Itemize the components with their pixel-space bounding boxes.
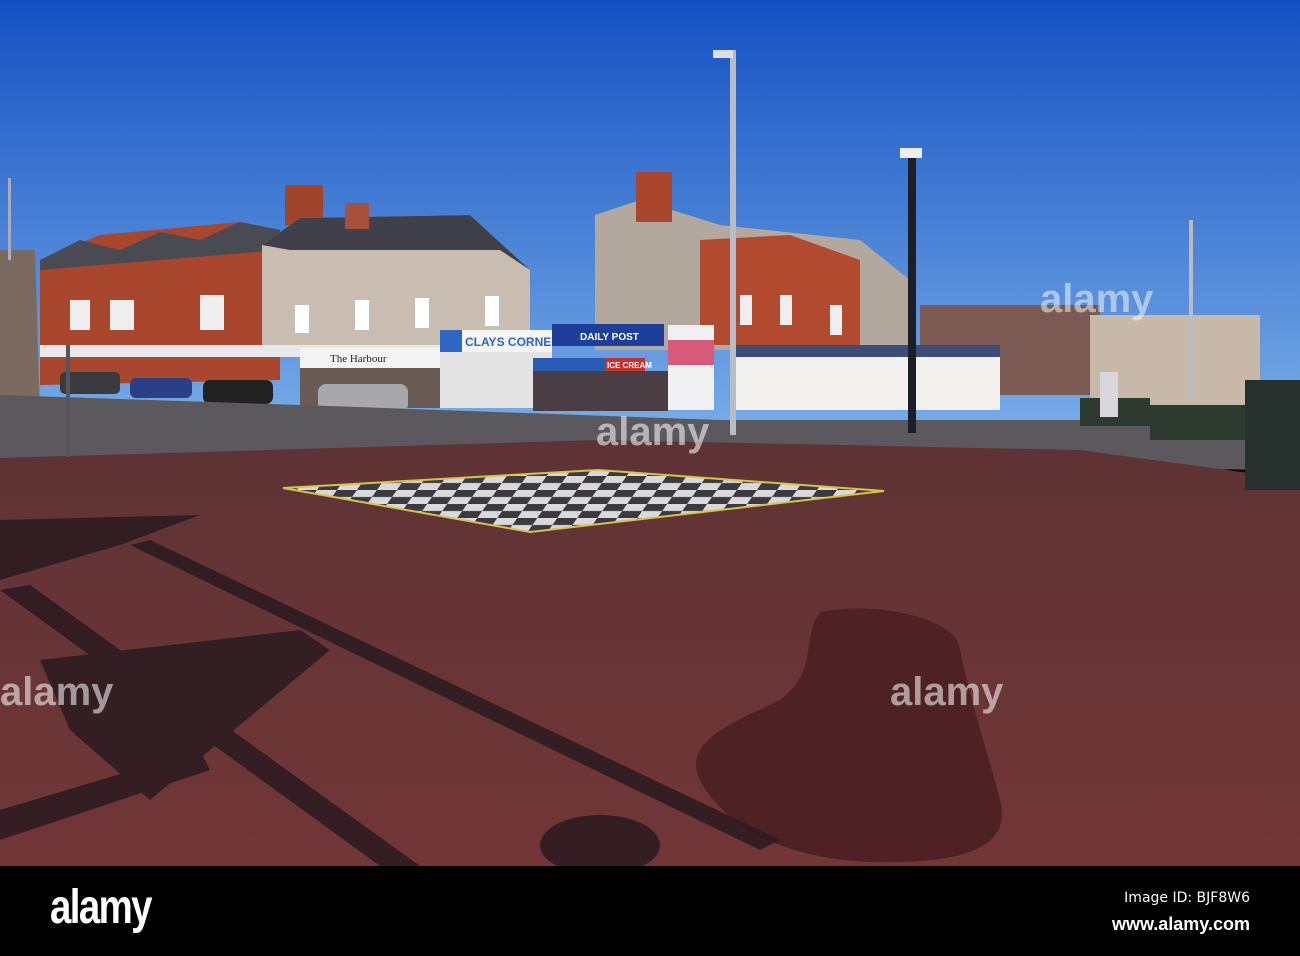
image-id: Image ID: BJF8W6 <box>1124 890 1250 906</box>
photo-canvas: The Harbour CLAYS CORNER DAILY POST ICE … <box>0 0 1300 866</box>
watermark-right: alamy <box>890 670 1004 714</box>
watermark-top-right: alamy <box>1040 277 1154 321</box>
sign-the-harbour: The Harbour <box>330 353 387 365</box>
alamy-logo: alamy <box>50 881 152 934</box>
sign-clays-corner: CLAYS CORNER <box>465 335 560 349</box>
street-photo: The Harbour CLAYS CORNER DAILY POST ICE … <box>0 0 1300 956</box>
watermark-center: alamy <box>596 410 710 454</box>
alamy-url: www.alamy.com <box>1111 914 1250 934</box>
sign-ice-cream: ICE CREAM <box>607 361 652 370</box>
watermark-left: alamy <box>0 670 114 714</box>
sign-daily-post: DAILY POST <box>580 332 639 343</box>
watermark-footer: alamy Image ID: BJF8W6 www.alamy.com <box>0 866 1300 956</box>
